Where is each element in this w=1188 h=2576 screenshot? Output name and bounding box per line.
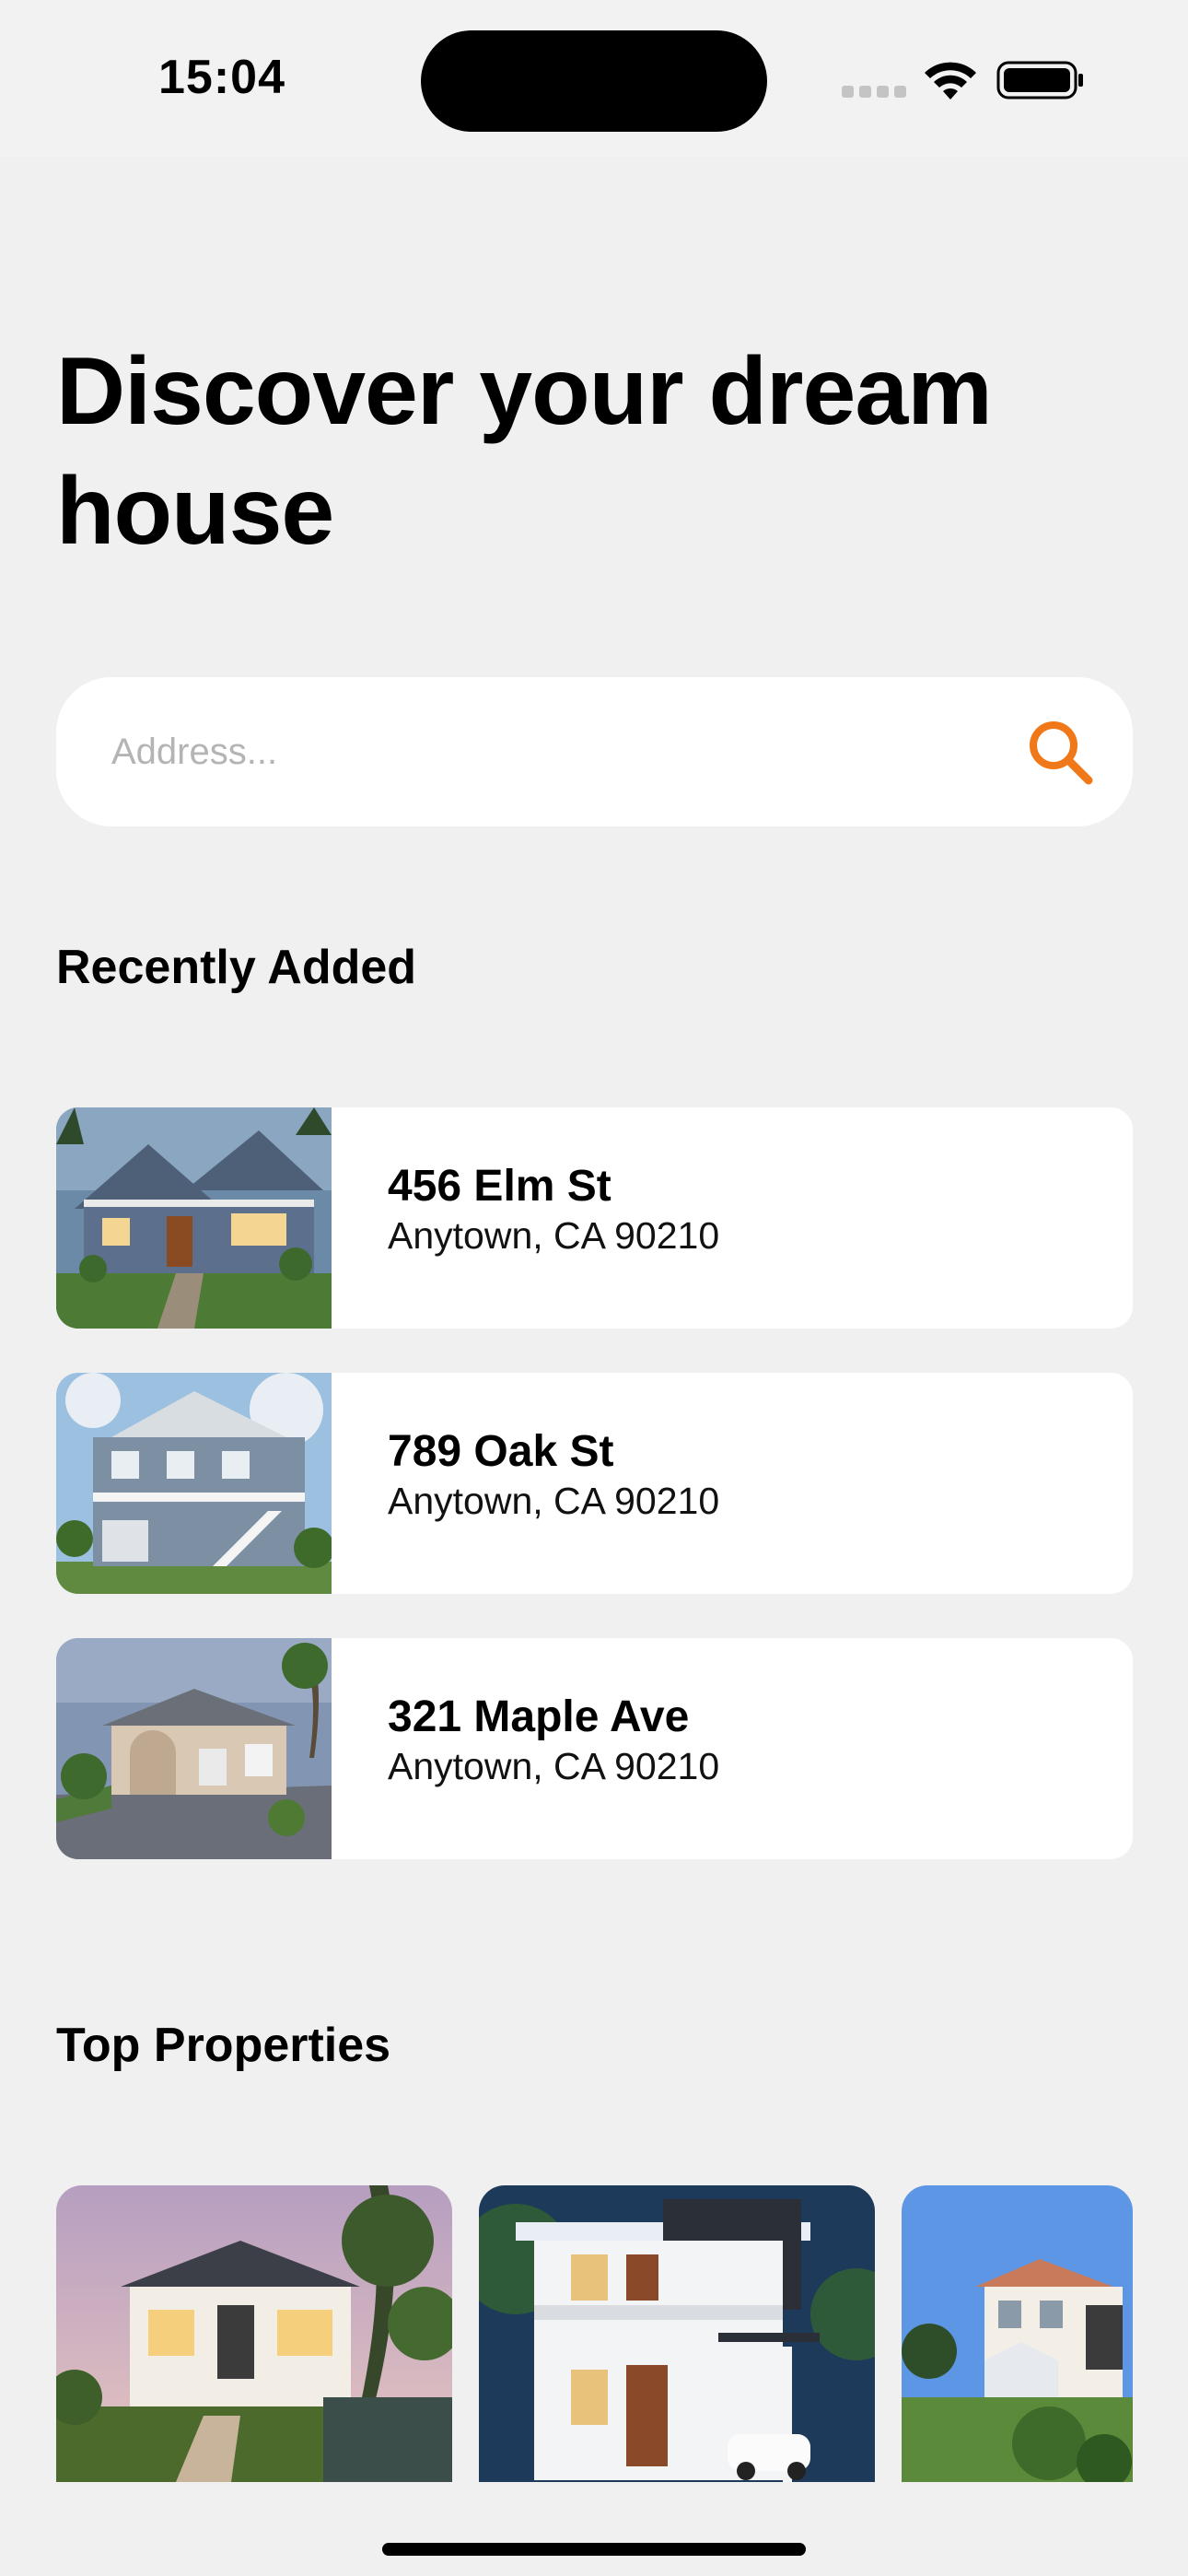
top-property-card[interactable] xyxy=(56,2185,452,2482)
house-photo xyxy=(902,2185,1133,2482)
property-city: Anytown, CA 90210 xyxy=(388,1480,720,1522)
search-icon[interactable] xyxy=(1022,714,1100,791)
page-title: Discover your dream house xyxy=(56,338,993,565)
property-street: 321 Maple Ave xyxy=(388,1692,690,1741)
property-city: Anytown, CA 90210 xyxy=(388,1214,720,1257)
top-property-card[interactable] xyxy=(479,2185,875,2482)
house-photo xyxy=(56,2185,452,2482)
section-title-top-properties: Top Properties xyxy=(56,2019,391,2072)
property-card[interactable]: 321 Maple Ave Anytown, CA 90210 xyxy=(56,1638,1133,1859)
house-photo xyxy=(56,1107,332,1329)
section-title-recently-added: Recently Added xyxy=(56,941,417,994)
property-card[interactable]: 789 Oak St Anytown, CA 90210 xyxy=(56,1373,1133,1594)
property-street: 789 Oak St xyxy=(388,1427,614,1476)
property-city: Anytown, CA 90210 xyxy=(388,1745,720,1787)
top-property-card[interactable] xyxy=(902,2185,1133,2482)
dynamic-island xyxy=(421,30,767,132)
status-time: 15:04 xyxy=(158,51,285,104)
status-bar: 15:04 xyxy=(0,0,1188,157)
wifi-icon xyxy=(925,62,976,100)
house-photo xyxy=(479,2185,875,2482)
home-indicator[interactable] xyxy=(382,2543,806,2556)
app-screen: 15:04 Discover your dream house Recently… xyxy=(0,0,1188,2576)
house-photo xyxy=(56,1373,332,1594)
cellular-signal-icon xyxy=(842,86,906,99)
property-street: 456 Elm St xyxy=(388,1162,611,1211)
battery-icon xyxy=(996,61,1083,100)
search-input[interactable] xyxy=(111,714,940,790)
property-card[interactable]: 456 Elm St Anytown, CA 90210 xyxy=(56,1107,1133,1329)
search-bar xyxy=(56,677,1133,826)
house-photo xyxy=(56,1638,332,1859)
